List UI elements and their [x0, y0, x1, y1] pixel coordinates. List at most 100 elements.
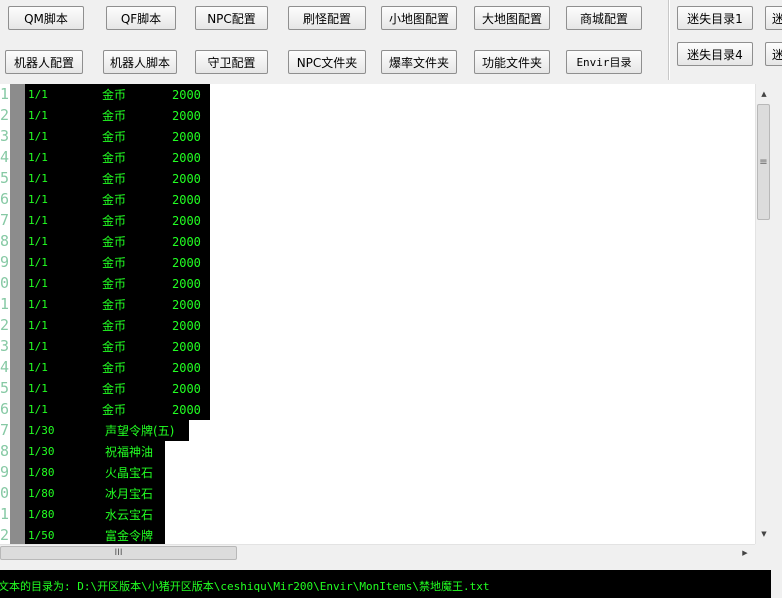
fold-margin: [10, 84, 25, 544]
item-quantity: 2000: [172, 297, 201, 312]
item-name: 金币: [102, 340, 127, 354]
guard-config-button[interactable]: 守卫配置: [195, 50, 268, 74]
current-file-path: 前文本的目录为: D:\开区版本\小猪开区版本\ceshiqu\Mir200\E…: [0, 580, 490, 593]
grip-icon: ≡: [759, 156, 768, 168]
item-name: 冰月宝石: [105, 487, 154, 501]
item-quantity: 2000: [172, 171, 201, 186]
drop-rate: 1/1: [28, 298, 48, 311]
item-name: 金币: [102, 130, 127, 144]
line-number: 2: [0, 316, 10, 334]
toolbar: QM脚本 QF脚本 NPC配置 刷怪配置 小地图配置 大地图配置 商城配置 机器…: [0, 0, 782, 84]
drop-rate: 1/1: [28, 403, 48, 416]
line-number: 5: [0, 169, 10, 187]
status-bar: 前文本的目录为: D:\开区版本\小猪开区版本\ceshiqu\Mir200\E…: [0, 570, 771, 598]
drop-rate: 1/1: [28, 88, 48, 101]
vertical-scrollbar[interactable]: ▲ ≡ ▼: [755, 84, 771, 544]
item-quantity: 2000: [172, 234, 201, 249]
item-quantity: 2000: [172, 150, 201, 165]
bigmap-config-button[interactable]: 大地图配置: [474, 6, 550, 30]
drop-rate: 1/30: [28, 424, 55, 437]
drop-rate: 1/30: [28, 445, 55, 458]
robot-script-button[interactable]: 机器人脚本: [103, 50, 177, 74]
line-number: 1: [0, 505, 10, 523]
drop-rate: 1/1: [28, 130, 48, 143]
editor-line: 5 1/1 金币 2000: [0, 168, 210, 189]
group-divider-highlight: [669, 0, 670, 80]
editor-line: 1 1/80 水云宝石: [0, 504, 165, 525]
item-name: 金币: [102, 361, 127, 375]
editor-line: 1 1/1 金币 2000: [0, 84, 210, 105]
npc-config-button[interactable]: NPC配置: [195, 6, 268, 30]
drop-rate: 1/80: [28, 466, 55, 479]
drop-rate: 1/50: [28, 529, 55, 542]
drop-rate: 1/1: [28, 151, 48, 164]
editor-line: 3 1/1 金币 2000: [0, 126, 210, 147]
line-number: 1: [0, 85, 10, 103]
item-name: 水云宝石: [105, 508, 154, 522]
line-number: 9: [0, 253, 10, 271]
shop-config-button[interactable]: 商城配置: [566, 6, 642, 30]
line-number: 7: [0, 211, 10, 229]
lost-dir-2-button[interactable]: 迷: [765, 6, 782, 30]
item-name: 金币: [102, 319, 127, 333]
qm-script-button[interactable]: QM脚本: [8, 6, 84, 30]
drop-rate: 1/1: [28, 340, 48, 353]
item-quantity: 2000: [172, 192, 201, 207]
droprate-folder-button[interactable]: 爆率文件夹: [381, 50, 457, 74]
editor-line: 0 1/80 冰月宝石: [0, 483, 165, 504]
line-number: 1: [0, 295, 10, 313]
drop-rate: 1/1: [28, 277, 48, 290]
item-name: 祝福神油: [105, 445, 154, 459]
item-name: 金币: [102, 298, 127, 312]
editor-line: 2 1/1 金币 2000: [0, 105, 210, 126]
lost-dir-5-button[interactable]: 迷: [765, 42, 782, 66]
line-number: 2: [0, 106, 10, 124]
item-quantity: 2000: [172, 255, 201, 270]
scroll-right-arrow-icon[interactable]: ▶: [737, 545, 753, 561]
item-quantity: 2000: [172, 129, 201, 144]
line-number: 2: [0, 526, 10, 544]
horizontal-scrollbar[interactable]: III ▶: [0, 544, 755, 560]
lost-dir-4-button[interactable]: 迷失目录4: [677, 42, 753, 66]
editor-line: 1 1/1 金币 2000: [0, 294, 210, 315]
horizontal-scroll-thumb[interactable]: III: [0, 546, 237, 560]
item-name: 金币: [102, 193, 127, 207]
item-quantity: 2000: [172, 87, 201, 102]
drop-rate: 1/80: [28, 508, 55, 521]
item-name: 金币: [102, 214, 127, 228]
item-name: 金币: [102, 88, 127, 102]
qf-script-button[interactable]: QF脚本: [106, 6, 176, 30]
item-name: 金币: [102, 151, 127, 165]
minimap-config-button[interactable]: 小地图配置: [381, 6, 457, 30]
item-name: 富金令牌: [105, 529, 154, 543]
editor-line: 4 1/1 金币 2000: [0, 357, 210, 378]
robot-config-button[interactable]: 机器人配置: [5, 50, 83, 74]
line-number: 0: [0, 274, 10, 292]
item-name: 金币: [102, 256, 127, 270]
editor-line: 2 1/50 富金令牌: [0, 525, 165, 544]
editor-line: 7 1/30 声望令牌(五): [0, 420, 189, 441]
line-number: 3: [0, 127, 10, 145]
line-number: 3: [0, 337, 10, 355]
drop-rate: 1/1: [28, 172, 48, 185]
editor-line: 5 1/1 金币 2000: [0, 378, 210, 399]
text-editor[interactable]: 1 1/1 金币 2000 2 1/1 金币 2000 3 1/1 金币 2000 4 1/1 金币 2000…: [0, 84, 771, 544]
drop-rate: 1/1: [28, 235, 48, 248]
editor-line: 8 1/1 金币 2000: [0, 231, 210, 252]
lost-dir-1-button[interactable]: 迷失目录1: [677, 6, 753, 30]
function-folder-button[interactable]: 功能文件夹: [474, 50, 550, 74]
line-number: 4: [0, 358, 10, 376]
scroll-down-arrow-icon[interactable]: ▼: [756, 526, 772, 542]
line-number: 6: [0, 190, 10, 208]
editor-line: 6 1/1 金币 2000: [0, 189, 210, 210]
envir-dir-button[interactable]: Envir目录: [566, 50, 642, 74]
npc-folder-button[interactable]: NPC文件夹: [288, 50, 366, 74]
drop-rate: 1/1: [28, 193, 48, 206]
scroll-up-arrow-icon[interactable]: ▲: [756, 86, 772, 102]
editor-line: 9 1/1 金币 2000: [0, 252, 210, 273]
line-number: 7: [0, 421, 10, 439]
item-quantity: 2000: [172, 276, 201, 291]
line-number: 8: [0, 442, 10, 460]
monster-config-button[interactable]: 刷怪配置: [288, 6, 366, 30]
vertical-scroll-thumb[interactable]: ≡: [757, 104, 770, 220]
